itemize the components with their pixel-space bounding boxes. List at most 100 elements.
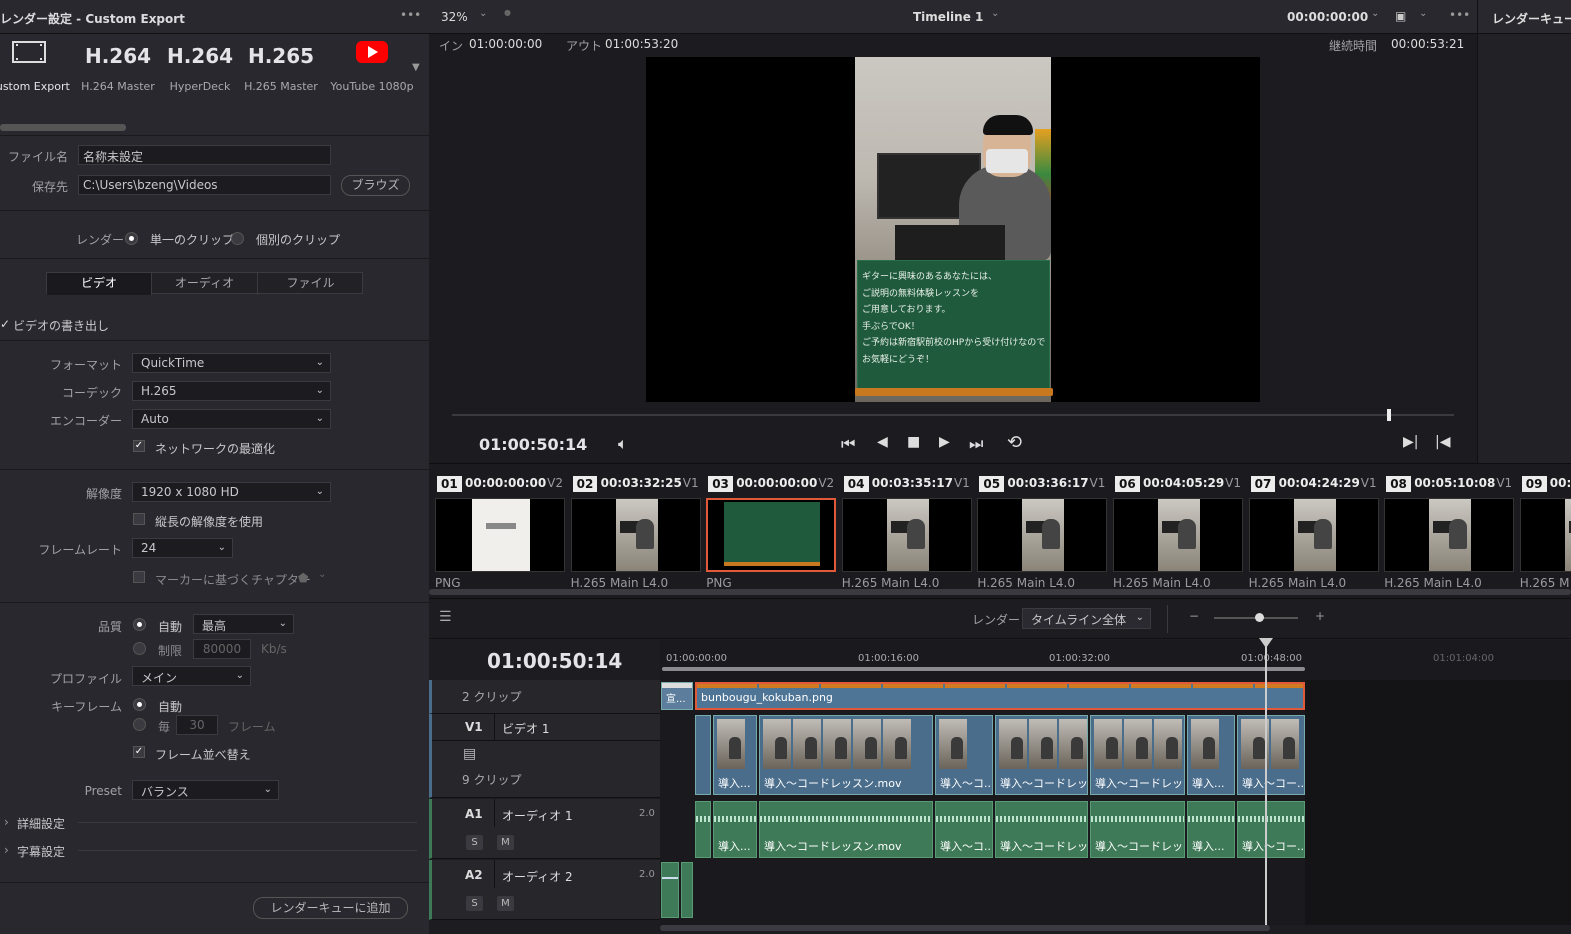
a1-clip[interactable]: 導入～コー... (1237, 801, 1305, 858)
quality-auto-radio[interactable] (133, 618, 146, 631)
timeline-scrollbar[interactable] (660, 925, 1270, 931)
preset-dropdown[interactable]: バランス ⌄ (132, 780, 279, 800)
a1-mute-button[interactable]: M (497, 835, 514, 850)
prev-marker-icon[interactable]: |◀︎ (1435, 434, 1450, 450)
render-range-dropdown[interactable]: タイムライン全体 ⌄ (1022, 608, 1151, 629)
single-clip-radio[interactable] (125, 232, 138, 245)
browse-button[interactable]: ブラウズ (341, 175, 410, 196)
skip-to-start-icon[interactable]: ⏮︎ (841, 434, 855, 454)
thumbnails-scrollbar[interactable] (429, 589, 1571, 595)
preset-h265-master[interactable]: H.265 H.265 Master (236, 40, 326, 93)
clip-thumbnail[interactable]: 03 00:00:00:00 V2 PNG (706, 472, 837, 594)
more-options-icon[interactable]: ••• (1449, 8, 1470, 22)
chevron-right-icon[interactable]: › (4, 843, 9, 857)
codec-dropdown[interactable]: H.265 ⌄ (132, 381, 331, 401)
a1-clip[interactable]: 導入～コードレッ... (995, 801, 1088, 858)
clip-thumbnail[interactable]: 0900:05 H.265 M (1519, 472, 1571, 594)
tab-video[interactable]: ビデオ (47, 273, 152, 295)
monitor-icon[interactable]: ▣ (1395, 9, 1406, 23)
a1-solo-button[interactable]: S (466, 835, 483, 850)
v1-clip[interactable]: 導入～コ... (935, 715, 993, 795)
clip-thumbnail[interactable]: 05 00:03:36:17 V1 H.265 Main L4.0 (977, 472, 1108, 594)
v2-clip-kokuban[interactable]: bunbougu_kokuban.png (695, 682, 1305, 710)
clip-thumbnail[interactable]: 01 00:00:00:00 V2 PNG (435, 472, 565, 594)
chevron-right-icon[interactable]: › (4, 815, 9, 829)
limit-input[interactable]: 80000 (193, 639, 251, 659)
format-dropdown[interactable]: QuickTime ⌄ (132, 353, 331, 373)
zoom-value[interactable]: 32% (441, 10, 468, 24)
v1-clip[interactable]: 導入～コードレッ... (995, 715, 1088, 795)
keyframe-auto-radio[interactable] (133, 698, 146, 711)
location-input[interactable]: C:\Users\bzeng\Videos (78, 175, 331, 195)
filename-input[interactable]: 名称未設定 (78, 145, 331, 165)
chevron-down-icon[interactable]: ▼ (412, 62, 420, 73)
clip-thumbnail[interactable]: 08 00:05:10:08 V1 H.265 Main L4.0 (1384, 472, 1515, 594)
v1-clip[interactable]: 導入... (713, 715, 757, 795)
quality-limit-radio[interactable] (133, 642, 146, 655)
tab-file[interactable]: ファイル (258, 273, 363, 295)
timeline-ruler[interactable]: 01:00:00:00 01:00:16:00 01:00:32:00 01:0… (660, 640, 1571, 680)
chapters-checkbox[interactable] (133, 571, 145, 583)
a2-mute-button[interactable]: M (497, 896, 514, 911)
a1-clip[interactable]: 導入～コードレッスン.mov (759, 801, 933, 858)
resolution-dropdown[interactable]: 1920 x 1080 HD ⌄ (132, 482, 331, 502)
zoom-slider-handle[interactable] (1255, 613, 1264, 622)
timeline-view-options-icon[interactable]: ☰ (439, 609, 452, 625)
quality-dropdown[interactable]: 最高 ⌄ (193, 614, 294, 634)
subtitle-settings-toggle[interactable]: 字幕設定 (17, 843, 65, 860)
individual-clips-radio[interactable] (231, 232, 244, 245)
advanced-settings-toggle[interactable]: 詳細設定 (17, 815, 65, 832)
chevron-down-icon[interactable]: ⌄ (479, 8, 487, 19)
play-icon[interactable]: ▶︎ (939, 434, 950, 450)
playhead[interactable] (1265, 640, 1267, 925)
a1-clip[interactable]: 導入... (1187, 801, 1235, 858)
v1-clip[interactable]: 導入～コードレッス... (1090, 715, 1185, 795)
keyframe-every-radio[interactable] (133, 718, 146, 731)
a2-clip[interactable] (681, 862, 693, 918)
preset-custom-export[interactable]: Custom Export (0, 40, 74, 93)
a2-solo-button[interactable]: S (466, 896, 483, 911)
v1-name[interactable]: ビデオ 1 (502, 720, 549, 737)
preset-h264-master[interactable]: H.264 H.264 Master (73, 40, 163, 93)
v2-clip-small[interactable]: 宣... (661, 682, 693, 710)
v1-clip[interactable]: 導入～コー... (1237, 715, 1305, 795)
v1-clip[interactable]: 導入～コードレッスン.mov (759, 715, 933, 795)
clip-thumbnail[interactable]: 02 00:03:32:25 V1 H.265 Main L4.0 (570, 472, 701, 594)
tab-audio[interactable]: オーディオ (152, 273, 258, 295)
v1-clip[interactable] (695, 715, 711, 795)
volume-icon[interactable]: 🔈︎ (618, 434, 628, 454)
encoder-dropdown[interactable]: Auto ⌄ (132, 409, 331, 429)
scrubber-bar[interactable] (452, 414, 1454, 416)
reorder-checkbox[interactable]: ✓ (133, 746, 145, 758)
network-opt-checkbox[interactable]: ✓ (133, 440, 145, 452)
a1-clip[interactable] (695, 801, 711, 858)
play-reverse-icon[interactable]: ◀︎ (877, 434, 888, 450)
a2-clip[interactable] (661, 862, 679, 918)
framerate-dropdown[interactable]: 24 ⌄ (132, 538, 233, 558)
v1-clip[interactable]: 導入... (1187, 715, 1235, 795)
render-range-bar[interactable] (662, 667, 1305, 671)
timecode-top[interactable]: 00:00:00:00 (1287, 10, 1368, 24)
chevron-down-icon[interactable]: ⌄ (1419, 8, 1427, 19)
preset-scrollbar[interactable] (0, 124, 126, 131)
clip-thumbnail[interactable]: 07 00:04:24:29 V1 H.265 Main L4.0 (1248, 472, 1379, 594)
vertical-res-checkbox[interactable] (133, 513, 145, 525)
more-options-icon[interactable]: ••• (400, 8, 421, 22)
add-to-render-queue-button[interactable]: レンダーキューに追加 (253, 897, 408, 919)
chevron-down-icon[interactable]: ⌄ (991, 8, 999, 19)
scrubber-handle[interactable] (1387, 409, 1391, 421)
chevron-down-icon[interactable]: ⌄ (1371, 8, 1379, 19)
preset-hyperdeck[interactable]: H.264 HyperDeck (155, 40, 245, 93)
profile-dropdown[interactable]: メイン ⌄ (132, 666, 251, 686)
a1-name[interactable]: オーディオ 1 (502, 807, 573, 824)
timeline-name[interactable]: Timeline 1 (913, 10, 983, 24)
clip-thumbnail[interactable]: 06 00:04:05:29 V1 H.265 Main L4.0 (1113, 472, 1243, 594)
preset-youtube[interactable]: YouTube 1080p (327, 40, 417, 93)
clip-thumbnail[interactable]: 04 00:03:35:17 V1 H.265 Main L4.0 (841, 472, 972, 594)
a1-clip[interactable]: 導入～コ... (935, 801, 993, 858)
keyframe-every-input[interactable]: 30 (176, 715, 218, 735)
next-marker-icon[interactable]: ▶︎| (1403, 434, 1418, 450)
loop-icon[interactable]: ⟲ (1007, 432, 1022, 453)
skip-to-end-icon[interactable]: ⏭︎ (969, 434, 983, 454)
a2-name[interactable]: オーディオ 2 (502, 868, 573, 885)
